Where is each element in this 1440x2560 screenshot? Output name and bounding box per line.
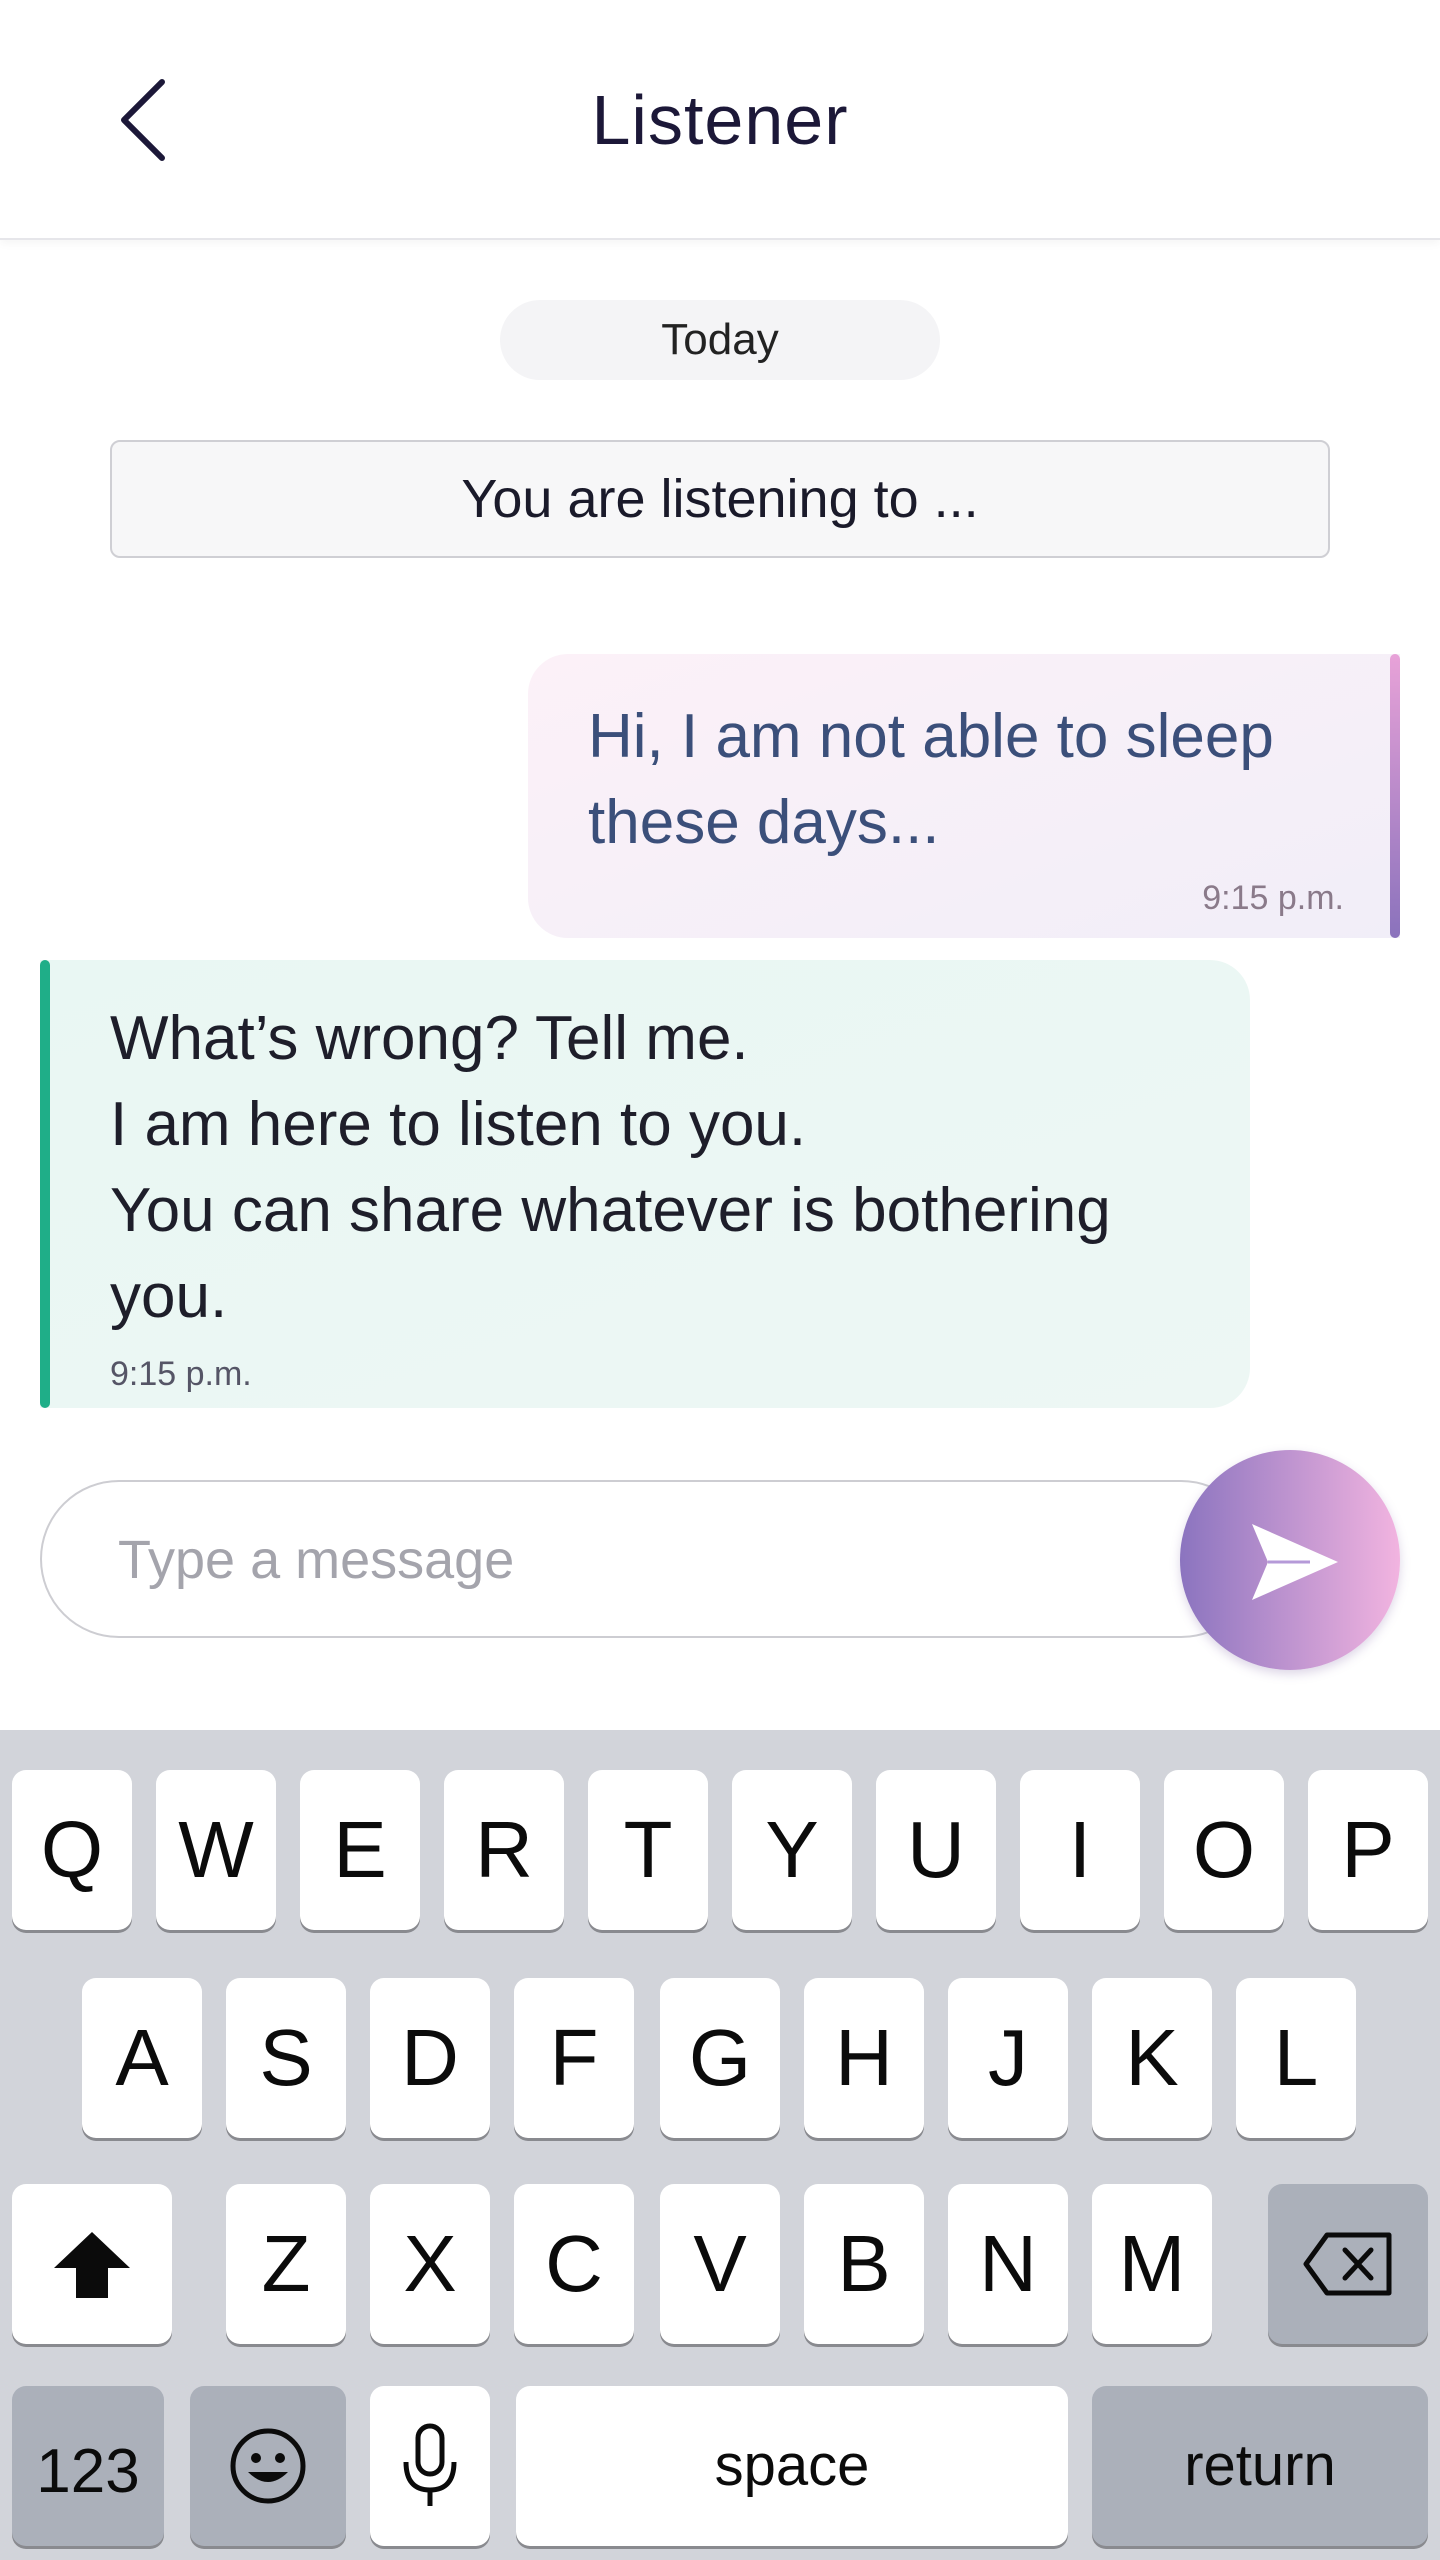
key-f[interactable]: F xyxy=(514,1978,634,2138)
key-j[interactable]: J xyxy=(948,1978,1068,2138)
message-composer xyxy=(40,1480,1260,1638)
key-a[interactable]: A xyxy=(82,1978,202,2138)
backspace-icon xyxy=(1303,2232,1392,2296)
key-t[interactable]: T xyxy=(588,1770,708,1930)
key-i[interactable]: I xyxy=(1020,1770,1140,1930)
key-l[interactable]: L xyxy=(1236,1978,1356,2138)
key-h[interactable]: H xyxy=(804,1978,924,2138)
shift-arrow-icon xyxy=(54,2232,130,2298)
on-screen-keyboard: Q W E R T Y U I O P A S D F G H J K L Z … xyxy=(0,1730,1440,2560)
message-timestamp: 9:15 p.m. xyxy=(1202,879,1344,917)
key-p[interactable]: P xyxy=(1308,1770,1428,1930)
key-o[interactable]: O xyxy=(1164,1770,1284,1930)
key-u[interactable]: U xyxy=(876,1770,996,1930)
key-r[interactable]: R xyxy=(444,1770,564,1930)
app-header: Listener xyxy=(0,0,1440,240)
key-q[interactable]: Q xyxy=(12,1770,132,1930)
page-title: Listener xyxy=(591,81,849,159)
outgoing-message-bubble: Hi, I am not able to sleep these days...… xyxy=(528,654,1400,938)
message-accent-bar xyxy=(1390,654,1400,938)
send-icon xyxy=(1252,1524,1338,1600)
key-n[interactable]: N xyxy=(948,2184,1068,2344)
key-c[interactable]: C xyxy=(514,2184,634,2344)
key-w[interactable]: W xyxy=(156,1770,276,1930)
key-m[interactable]: M xyxy=(1092,2184,1212,2344)
date-separator: Today xyxy=(500,300,940,380)
send-button[interactable] xyxy=(1180,1450,1400,1670)
key-s[interactable]: S xyxy=(226,1978,346,2138)
return-key[interactable]: return xyxy=(1092,2386,1428,2546)
message-input[interactable] xyxy=(118,1512,1118,1608)
key-d[interactable]: D xyxy=(370,1978,490,2138)
microphone-key[interactable] xyxy=(370,2386,490,2546)
key-z[interactable]: Z xyxy=(226,2184,346,2344)
incoming-message-bubble: What’s wrong? Tell me. I am here to list… xyxy=(40,960,1250,1408)
system-notice: You are listening to ... xyxy=(110,440,1330,558)
key-k[interactable]: K xyxy=(1092,1978,1212,2138)
key-g[interactable]: G xyxy=(660,1978,780,2138)
emoji-key[interactable] xyxy=(190,2386,346,2546)
message-timestamp: 9:15 p.m. xyxy=(110,1355,252,1393)
key-y[interactable]: Y xyxy=(732,1770,852,1930)
message-text: Hi, I am not able to sleep these days... xyxy=(588,702,1274,857)
numbers-key[interactable]: 123 xyxy=(12,2386,164,2546)
emoji-icon xyxy=(230,2428,306,2504)
message-text: What’s wrong? Tell me. I am here to list… xyxy=(110,1004,1111,1331)
key-x[interactable]: X xyxy=(370,2184,490,2344)
microphone-icon xyxy=(403,2423,457,2506)
delete-key[interactable] xyxy=(1268,2184,1428,2344)
message-accent-bar xyxy=(40,960,50,1408)
key-b[interactable]: B xyxy=(804,2184,924,2344)
key-e[interactable]: E xyxy=(300,1770,420,1930)
key-v[interactable]: V xyxy=(660,2184,780,2344)
space-key[interactable]: space xyxy=(516,2386,1068,2546)
shift-key[interactable] xyxy=(12,2184,172,2344)
